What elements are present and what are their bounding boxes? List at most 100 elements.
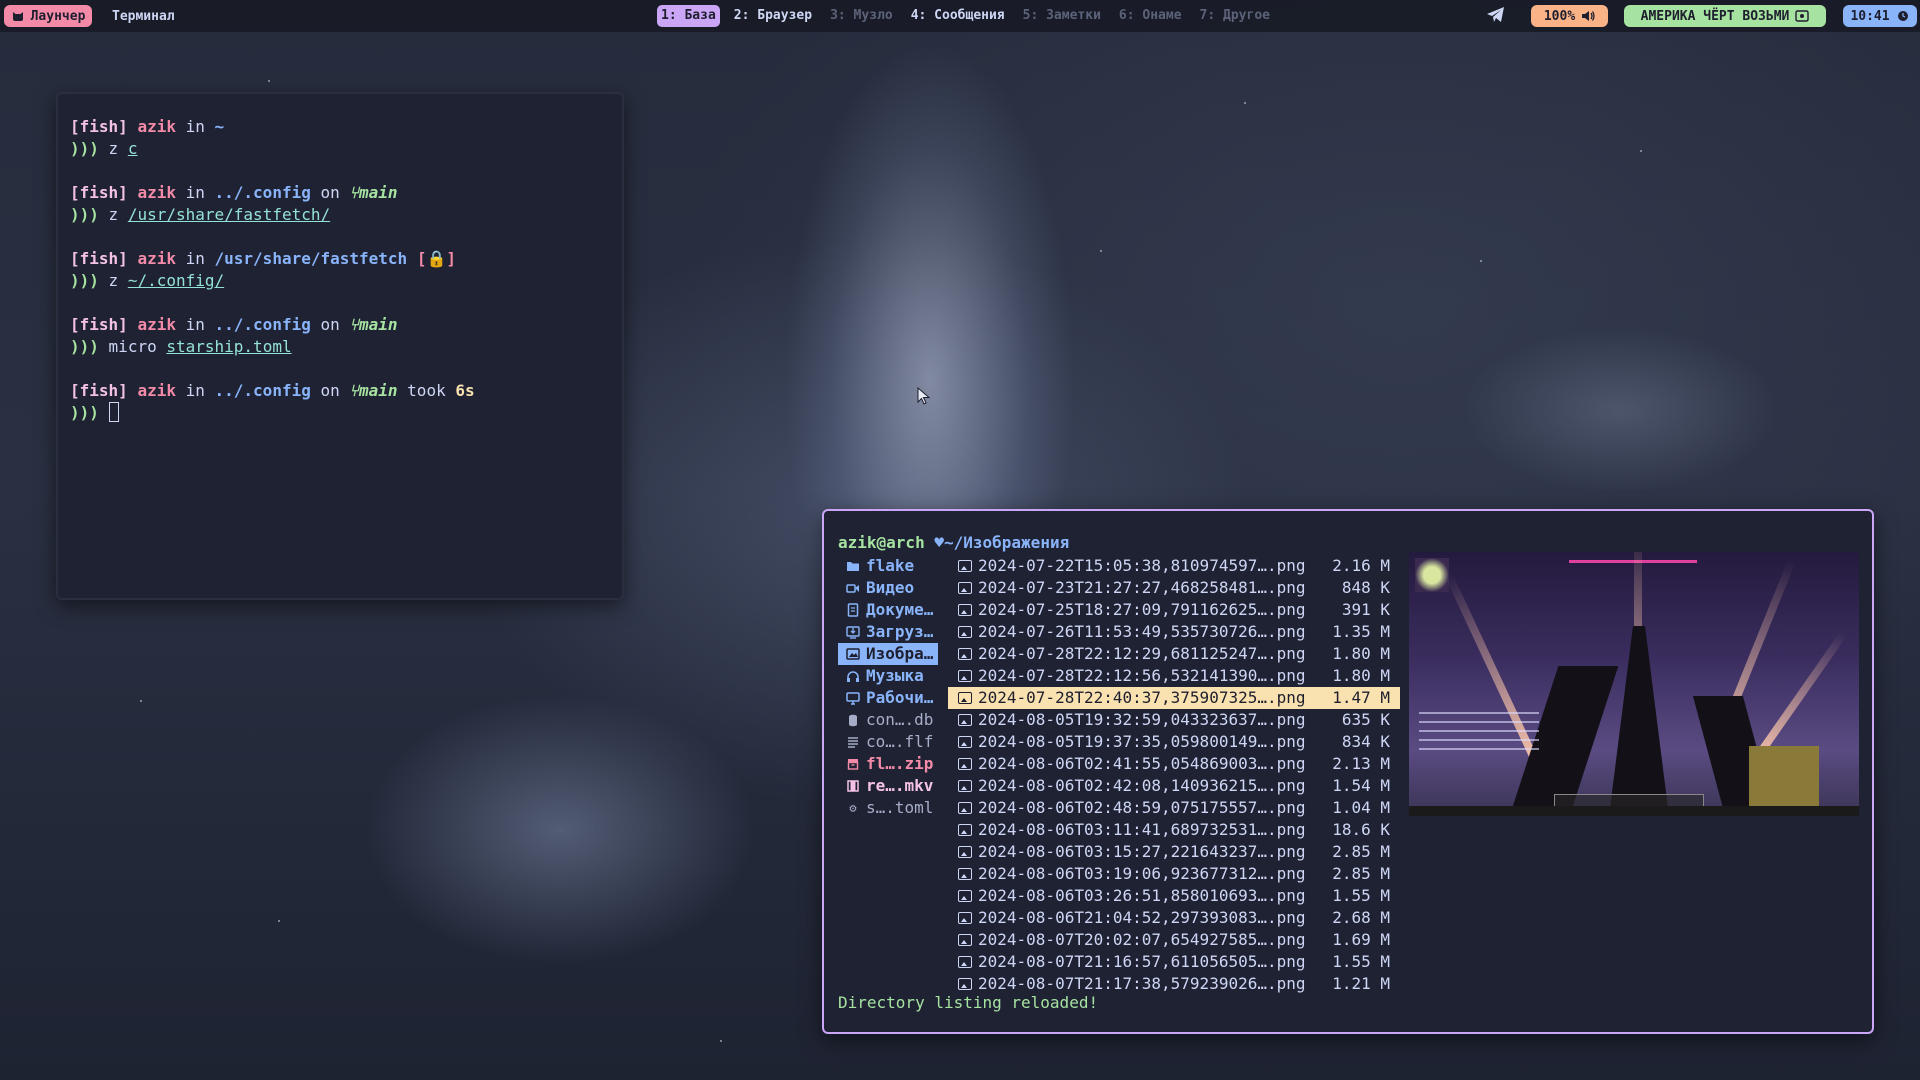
prompt-symbol: ))) <box>70 139 99 158</box>
sidebar-item-label: Рабочи… <box>866 688 934 707</box>
file-name: 2024-07-22T15:05:38,810974597….png <box>978 556 1306 575</box>
file-row[interactable]: 2024-07-28T22:12:56,532141390….png 1.80 M <box>948 665 1400 687</box>
workspace-6[interactable]: 6: Онаме <box>1115 5 1186 27</box>
file-row[interactable]: 2024-08-06T02:41:55,054869003….png 2.13 M <box>948 753 1400 775</box>
sidebar-item-pictures[interactable]: Изобра… <box>838 643 938 665</box>
file-size: 2.16 M <box>1332 556 1390 575</box>
file-row[interactable]: 2024-08-06T03:15:27,221643237….png 2.85 M <box>948 841 1400 863</box>
cat-icon <box>11 9 25 23</box>
file-size: 18.6 K <box>1332 820 1390 839</box>
document-icon <box>846 603 860 617</box>
git-branch-icon: ⑂ <box>349 315 359 334</box>
image-file-icon <box>958 648 972 660</box>
preview-avatar <box>1415 558 1449 592</box>
clock-widget[interactable]: 10:41 <box>1843 5 1917 27</box>
file-row[interactable]: 2024-08-05T19:37:35,059800149….png 834 K <box>948 731 1400 753</box>
file-size: 2.13 M <box>1332 754 1390 773</box>
folder-icon <box>846 559 860 573</box>
workspace-3[interactable]: 3: Музло <box>826 5 897 27</box>
file-manager-window[interactable]: azik@arch ♥~/Изображения flake Видео Док… <box>822 509 1874 1034</box>
git-branch-icon: ⑂ <box>349 381 359 400</box>
workspace-4[interactable]: 4: Сообщения <box>907 5 1009 27</box>
file-name: 2024-08-06T03:19:06,923677312….png <box>978 864 1306 883</box>
status-message: Directory listing reloaded! <box>838 993 1099 1012</box>
speaker-icon <box>1581 9 1595 23</box>
file-row[interactable]: 2024-08-05T19:32:59,043323637….png 635 K <box>948 709 1400 731</box>
terminal-window[interactable]: [fish] azik in ~ ))) z c [fish] azik in … <box>56 92 624 600</box>
command-line[interactable]: ))) <box>70 402 610 424</box>
file-row[interactable]: 2024-08-06T02:42:08,140936215….png 1.54 M <box>948 775 1400 797</box>
file-row[interactable]: 2024-08-06T03:19:06,923677312….png 2.85 M <box>948 863 1400 885</box>
sidebar-item-flf-file[interactable]: co….flf <box>838 731 938 753</box>
command-argument: c <box>127 139 138 158</box>
sidebar-item-downloads[interactable]: Загруз… <box>838 621 938 643</box>
file-size: 1.35 M <box>1332 622 1390 641</box>
sidebar-item-music[interactable]: Музыка <box>838 665 938 687</box>
git-branch-icon: ⑂ <box>349 183 359 202</box>
sidebar-item-flake[interactable]: flake <box>838 555 938 577</box>
shell-tag: [fish] <box>70 315 128 334</box>
image-file-icon <box>958 582 972 594</box>
file-name: 2024-08-06T02:48:59,075175557….png <box>978 798 1306 817</box>
sidebar-item-label: re….mkv <box>866 776 934 795</box>
file-size: 1.80 M <box>1332 644 1390 663</box>
directory: ~ <box>214 117 225 136</box>
sidebar-item-documents[interactable]: Докуме… <box>838 599 938 621</box>
file-name: 2024-08-07T21:16:57,611056505….png <box>978 952 1306 971</box>
file-row[interactable]: 2024-08-06T03:26:51,858010693….png 1.55 M <box>948 885 1400 907</box>
file-size: 1.21 M <box>1332 974 1390 993</box>
preview-bottom-strip <box>1409 806 1859 816</box>
launcher-button[interactable]: Лаунчер <box>4 5 92 27</box>
file-size: 1.55 M <box>1332 952 1390 971</box>
workspace-2[interactable]: 2: Браузер <box>730 5 816 27</box>
file-row[interactable]: 2024-08-07T20:02:07,654927585….png 1.69 M <box>948 929 1400 951</box>
file-row[interactable]: 2024-07-25T18:27:09,791162625….png 391 K <box>948 599 1400 621</box>
command-line: ))) z c <box>70 138 610 160</box>
file-row[interactable]: 2024-08-07T21:17:38,579239026….png 1.21 M <box>948 973 1400 995</box>
file-row[interactable]: 2024-07-22T15:05:38,810974597….png 2.16 M <box>948 555 1400 577</box>
star <box>278 920 280 922</box>
sidebar-item-toml-file[interactable]: ⚙ s….toml <box>838 797 938 819</box>
file-row[interactable]: 2024-08-06T02:48:59,075175557….png 1.04 M <box>948 797 1400 819</box>
telegram-tray-icon[interactable] <box>1486 6 1506 28</box>
command-argument: /usr/share/fastfetch/ <box>127 205 331 224</box>
workspace-1[interactable]: 1: База <box>657 5 720 27</box>
prompt-line: [fish] azik in ../.config on ⑂main took … <box>70 380 610 402</box>
file-row[interactable]: 2024-08-07T21:16:57,611056505….png 1.55 M <box>948 951 1400 973</box>
gear-icon: ⚙ <box>849 801 857 815</box>
on-word: on <box>320 381 340 400</box>
file-size: 2.85 M <box>1332 864 1390 883</box>
username: azik <box>137 381 176 400</box>
text-file-icon <box>846 735 860 749</box>
username: azik <box>137 183 176 202</box>
file-name: 2024-08-07T21:17:38,579239026….png <box>978 974 1306 993</box>
sidebar-item-mkv-file[interactable]: re….mkv <box>838 775 938 797</box>
now-playing-widget[interactable]: АМЕРИКА ЧЁРТ ВОЗЬМИ <box>1624 5 1826 27</box>
file-size: 391 K <box>1341 600 1390 619</box>
sidebar-item-db-file[interactable]: con….db <box>838 709 938 731</box>
file-row[interactable]: 2024-07-23T21:27:27,468258481….png 848 K <box>948 577 1400 599</box>
sidebar-item-desktop[interactable]: Рабочи… <box>838 687 938 709</box>
file-row[interactable]: 2024-07-26T11:53:49,535730726….png 1.35 M <box>948 621 1400 643</box>
command-line: ))) z /usr/share/fastfetch/ <box>70 204 610 226</box>
volume-widget[interactable]: 100% <box>1531 5 1608 27</box>
file-row[interactable]: 2024-08-06T03:11:41,689732531….png 18.6 K <box>948 819 1400 841</box>
image-preview <box>1409 552 1859 816</box>
sidebar-item-zip-file[interactable]: fl….zip <box>838 753 938 775</box>
image-file-icon <box>958 604 972 616</box>
took-word: took <box>407 381 446 400</box>
file-size: 1.47 M <box>1332 688 1390 707</box>
file-name: 2024-08-06T02:42:08,140936215….png <box>978 776 1306 795</box>
image-file-icon <box>958 670 972 682</box>
shell-tag: [fish] <box>70 249 128 268</box>
star <box>720 1040 722 1042</box>
workspace-5[interactable]: 5: Заметки <box>1019 5 1105 27</box>
directory: /usr/share/fastfetch <box>214 249 408 268</box>
file-row[interactable]: 2024-07-28T22:12:29,681125247….png 1.80 M <box>948 643 1400 665</box>
workspace-7[interactable]: 7: Другое <box>1196 5 1274 27</box>
mouse-cursor-icon <box>917 387 931 405</box>
sidebar-item-video[interactable]: Видео <box>838 577 938 599</box>
prompt-line: [fish] azik in ~ <box>70 116 610 138</box>
file-row-highlighted[interactable]: 2024-07-28T22:40:37,375907325….png 1.47 M <box>948 687 1400 709</box>
file-row[interactable]: 2024-08-06T21:04:52,297393083….png 2.68 M <box>948 907 1400 929</box>
